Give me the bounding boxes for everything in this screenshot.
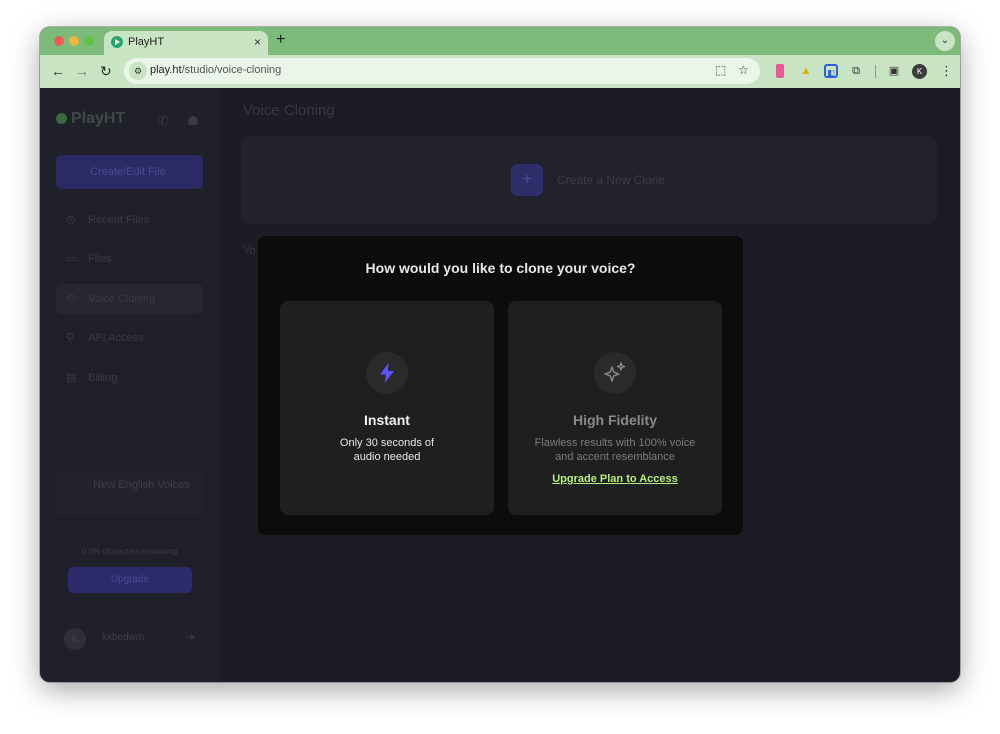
avatar: K [64,628,86,650]
page-title: Voice Cloning [243,102,335,119]
promo-label: New English Voices [93,479,190,491]
phone-icon[interactable]: ✆ [158,113,169,129]
new-tab-button[interactable]: + [276,31,285,49]
playht-logo[interactable]: PlayHT [56,110,125,128]
minimize-window-button[interactable] [69,36,79,46]
option-description: Flawless results with 100% voice and acc… [534,437,696,463]
discord-icon[interactable]: ☗ [187,113,199,129]
logo-mark-icon [56,113,67,124]
sidebar-item-recent-files[interactable]: ◷ Recent Files [56,205,203,235]
sidebar-item-label: API Access [88,332,144,344]
google-drive-icon[interactable]: ▲ [799,64,813,78]
maximize-window-button[interactable] [84,36,94,46]
url-path: /studio/voice-cloning [181,64,282,76]
kebab-menu-icon[interactable]: ⋮ [940,63,953,79]
sidebar-item-voice-cloning[interactable]: ⟲ Voice Cloning [56,284,203,314]
folder-icon: ▭ [66,253,77,265]
toolbar-separator [875,65,876,78]
clone-method-modal: How would you like to clone your voice? … [257,235,744,536]
tab-playht[interactable]: PlayHT × [104,31,268,57]
sidebar-item-label: Voice Cloning [88,293,156,305]
new-voices-promo[interactable]: New English Voices [56,471,203,515]
create-clone-card[interactable]: + Create a New Clone [241,136,937,224]
playht-favicon-icon [111,36,123,48]
logout-icon[interactable]: ⇥ [185,630,195,644]
card-icon: ▤ [66,372,77,384]
site-info-icon[interactable]: ⚙ [129,62,147,80]
logo-text: PlayHT [71,110,126,127]
sidebar-item-label: Files [88,253,112,265]
tab-strip: PlayHT × + ⌄ [40,27,960,57]
side-panel-icon[interactable]: ▣ [887,64,901,78]
url-host: play.ht [150,64,182,76]
sparkles-icon [594,352,636,394]
bookmark-star-icon[interactable]: ☆ [738,63,749,77]
extensions-icon[interactable]: ⧉ [849,64,863,78]
extension-1-icon[interactable] [776,64,784,78]
tab-title: PlayHT [128,36,165,48]
option-title: Instant [364,412,410,428]
address-bar[interactable]: ⚙ play.ht/studio/voice-cloning ⬚ ☆ [124,58,760,84]
section-label: Yo [243,245,256,257]
modal-title: How would you like to clone your voice? [365,260,636,276]
usage-text: 0.0% characters remaining [81,547,178,556]
voice-icon: ⟲ [66,293,76,305]
tab-search-icon[interactable]: ⌄ [935,31,955,51]
option-description: Only 30 seconds of audio needed [339,437,435,463]
account-menu[interactable]: K kxbedwm ⇥ [56,621,203,657]
page-content: PlayHT ✆ ☗ Create/Edit File ◷ Recent File… [40,88,960,682]
plus-icon: + [511,164,543,196]
install-app-icon[interactable]: ⬚ [715,63,726,77]
instant-clone-option[interactable]: Instant Only 30 seconds of audio needed [280,301,494,515]
key-icon: ⚲ [66,332,75,344]
option-title: High Fidelity [573,412,657,428]
account-name: kxbedwm [102,632,145,643]
profile-avatar[interactable]: K [912,64,927,79]
create-clone-label: Create a New Clone [557,173,666,187]
reload-icon[interactable]: ↻ [100,62,112,80]
sidebar-item-api-access[interactable]: ⚲ API Access [56,323,203,353]
close-window-button[interactable] [54,36,64,46]
back-icon[interactable]: ← [51,62,65,80]
sidebar: PlayHT ✆ ☗ Create/Edit File ◷ Recent File… [40,88,220,682]
lightning-icon [366,352,408,394]
tab-close-icon[interactable]: × [254,35,261,49]
upgrade-plan-link[interactable]: Upgrade Plan to Access [508,473,722,485]
forward-icon[interactable]: → [75,62,89,80]
upgrade-button[interactable]: Upgrade [68,567,192,593]
extension-2-icon[interactable]: ◧ [824,64,838,78]
sidebar-item-label: Recent Files [88,214,150,226]
sidebar-item-billing[interactable]: ▤ Billing [56,363,203,393]
url-text: play.ht/studio/voice-cloning [150,64,281,76]
sidebar-item-label: Billing [88,372,118,384]
high-fidelity-option[interactable]: High Fidelity Flawless results with 100%… [508,301,722,515]
create-file-button[interactable]: Create/Edit File [56,155,203,189]
sidebar-item-files[interactable]: ▭ Files [56,244,203,274]
clock-icon: ◷ [66,214,76,226]
browser-window: PlayHT × + ⌄ ← → ↻ ⚙ play.ht/studio/voic… [40,27,960,682]
browser-toolbar: ← → ↻ ⚙ play.ht/studio/voice-cloning ⬚ ☆… [40,55,960,88]
